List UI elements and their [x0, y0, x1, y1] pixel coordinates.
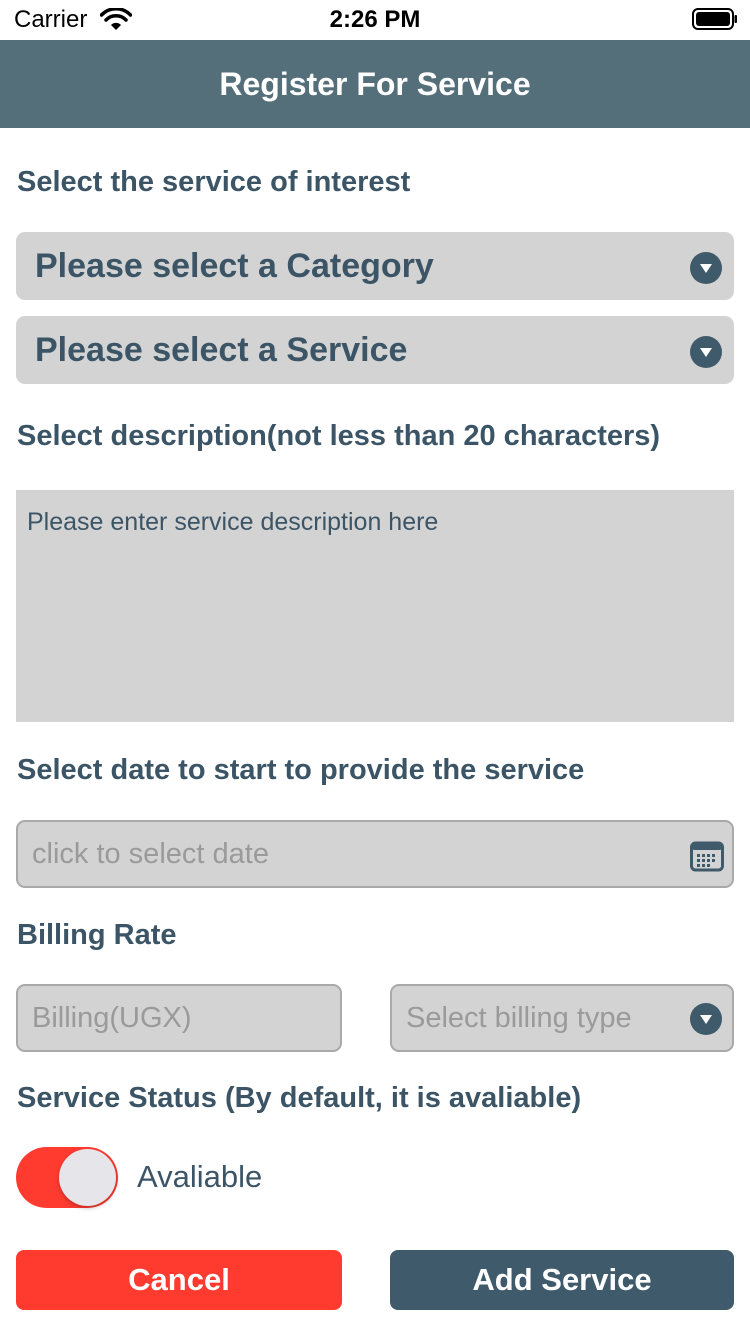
start-date-field[interactable]: click to select date: [16, 820, 734, 888]
billing-type-select[interactable]: Select billing type: [390, 984, 734, 1052]
billing-amount-field[interactable]: Billing(UGX): [16, 984, 342, 1052]
service-select[interactable]: Please select a Service: [16, 316, 734, 384]
navigation-bar: Register For Service: [0, 40, 750, 128]
start-date-label: Select date to start to provide the serv…: [17, 754, 585, 786]
availability-toggle[interactable]: [16, 1147, 118, 1208]
status-bar: Carrier 2:26 PM: [0, 0, 750, 40]
billing-type-placeholder: Select billing type: [406, 1002, 632, 1034]
toggle-knob: [59, 1149, 116, 1206]
cancel-button[interactable]: Cancel: [16, 1250, 342, 1310]
availability-label: Avaliable: [137, 1159, 263, 1194]
category-select-value: Please select a Category: [35, 247, 434, 285]
category-select[interactable]: Please select a Category: [16, 232, 734, 300]
calendar-icon[interactable]: [690, 840, 724, 872]
chevron-down-icon: [690, 336, 722, 368]
chevron-down-icon: [690, 252, 722, 284]
billing-amount-placeholder: Billing(UGX): [32, 1002, 192, 1034]
service-select-value: Please select a Service: [35, 331, 408, 369]
description-label: Select description(not less than 20 char…: [17, 420, 661, 452]
billing-rate-label: Billing Rate: [17, 919, 177, 951]
start-date-placeholder: click to select date: [32, 838, 269, 870]
add-service-button[interactable]: Add Service: [390, 1250, 734, 1310]
service-interest-label: Select the service of interest: [17, 166, 411, 198]
battery-icon: [692, 8, 737, 30]
service-status-label: Service Status (By default, it is avalia…: [17, 1082, 582, 1114]
page-title: Register For Service: [219, 66, 531, 102]
chevron-down-icon: [690, 1003, 722, 1035]
description-textarea[interactable]: Please enter service description here: [16, 490, 734, 722]
description-placeholder: Please enter service description here: [27, 508, 439, 536]
status-time: 2:26 PM: [329, 6, 421, 33]
